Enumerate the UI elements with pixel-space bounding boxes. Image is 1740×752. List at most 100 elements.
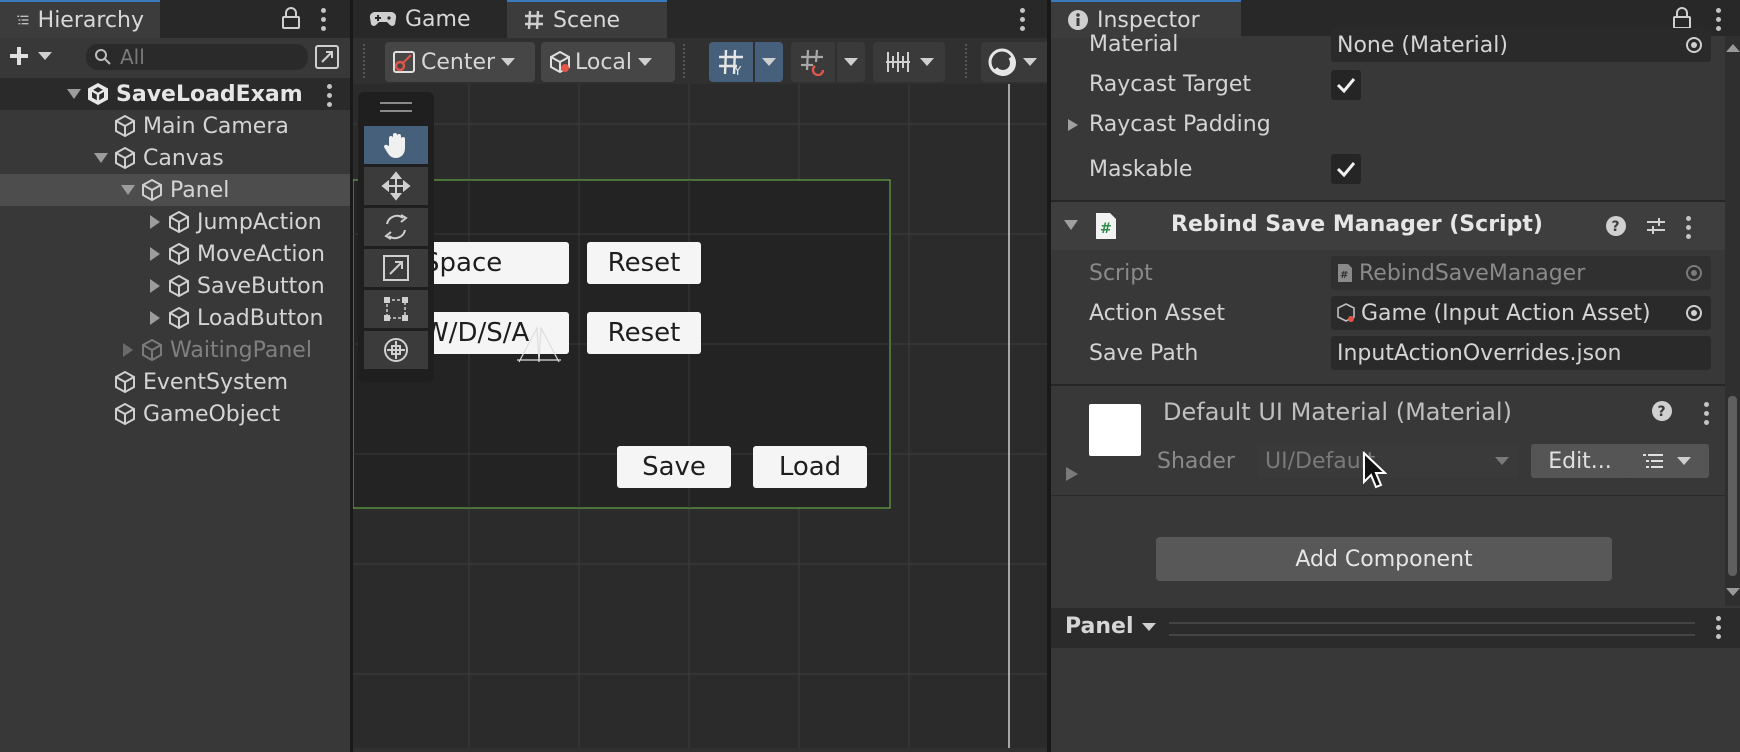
scale-tool-button[interactable] (364, 249, 428, 287)
object-picker-icon[interactable] (1685, 36, 1703, 54)
tab-hierarchy[interactable]: Hierarchy (0, 0, 160, 38)
chevron-down-icon (1023, 58, 1037, 66)
svg-text:Y: Y (733, 64, 742, 76)
material-field[interactable]: None (Material) (1331, 28, 1711, 62)
scene-visibility-icon[interactable] (314, 44, 340, 70)
hierarchy-menu-icon[interactable] (320, 8, 328, 35)
pivot-local-dropdown[interactable]: Local (541, 42, 675, 82)
shader-edit-button[interactable]: Edit... (1531, 444, 1629, 478)
move-reset-button[interactable]: Reset (587, 312, 701, 354)
component-menu-icon[interactable] (1685, 216, 1693, 243)
reset-label: Reset (607, 248, 681, 278)
add-component-label: Add Component (1295, 546, 1473, 572)
gameobject-cube-icon (167, 274, 191, 298)
rebind-save-manager-header[interactable]: # Rebind Save Manager (Script) ? (1051, 202, 1740, 250)
save-path-input[interactable]: InputActionOverrides.json (1331, 336, 1711, 370)
hierarchy-item-label: GameObject (143, 401, 281, 427)
hierarchy-item[interactable]: SaveButton (0, 270, 350, 302)
preview-menu-icon[interactable] (1715, 616, 1723, 643)
presets-icon[interactable] (1645, 215, 1667, 237)
save-button[interactable]: Save (617, 446, 731, 488)
raycast-target-checkbox[interactable] (1331, 70, 1361, 100)
lock-icon[interactable] (1671, 6, 1693, 30)
grid-dropdown[interactable] (755, 42, 783, 82)
pivot-label: Center (421, 49, 496, 75)
foldout-arrow-down-icon[interactable] (120, 182, 136, 198)
toolbar-grip[interactable] (683, 44, 688, 78)
action-asset-field[interactable]: Game (Input Action Asset) (1331, 296, 1711, 330)
hierarchy-search-input[interactable]: All (86, 44, 308, 70)
load-button[interactable]: Load (753, 446, 867, 488)
hierarchy-item[interactable]: LoadButton (0, 302, 350, 334)
scroll-down-icon[interactable] (1726, 588, 1740, 596)
increment-snap-toggle[interactable] (791, 42, 835, 82)
hierarchy-item[interactable]: Main Camera (0, 110, 350, 142)
jump-binding-button[interactable]: Space (423, 242, 569, 284)
hierarchy-item[interactable]: JumpAction (0, 206, 350, 238)
transform-tool-button[interactable] (364, 331, 428, 369)
toolbar-grip[interactable] (363, 44, 368, 78)
foldout-arrow-icon[interactable] (147, 246, 163, 262)
draw-mode-dropdown[interactable] (981, 42, 1047, 82)
chevron-down-icon (844, 58, 858, 66)
inspector-menu-icon[interactable] (1715, 8, 1723, 35)
grid-snap-icon: Y (717, 48, 745, 76)
preview-drag-handle[interactable] (1169, 622, 1695, 636)
toolbar-grip[interactable] (965, 44, 970, 78)
foldout-arrow-down-icon[interactable] (1063, 219, 1079, 231)
hierarchy-item[interactable]: EventSystem (0, 366, 350, 398)
foldout-arrow-icon[interactable] (120, 342, 136, 358)
tab-game[interactable]: Game (353, 0, 503, 38)
snap-settings-dropdown[interactable] (873, 42, 945, 82)
scene-menu-icon[interactable] (1019, 8, 1027, 35)
foldout-arrow-down-icon[interactable] (66, 86, 82, 102)
shader-options-dropdown[interactable] (1625, 444, 1709, 478)
hierarchy-scene-root[interactable]: SaveLoadExam (0, 78, 350, 110)
rotate-tool-button[interactable] (364, 208, 428, 246)
hand-tool-button[interactable] (364, 126, 428, 164)
pivot-center-dropdown[interactable]: Center (385, 42, 535, 82)
move-tool-button[interactable] (364, 167, 428, 205)
grid-snap-toggle[interactable]: Y (709, 42, 753, 82)
ruler-icon (884, 50, 912, 74)
edit-label: Edit... (1548, 448, 1612, 474)
hierarchy-item[interactable]: WaitingPanel (0, 334, 350, 366)
increment-snap-icon (799, 48, 827, 76)
scroll-up-icon[interactable] (1726, 44, 1740, 52)
object-picker-icon[interactable] (1685, 304, 1703, 322)
material-menu-icon[interactable] (1703, 402, 1711, 429)
tab-scene[interactable]: Scene (507, 0, 667, 38)
lock-icon[interactable] (280, 6, 302, 30)
foldout-arrow-icon[interactable] (147, 310, 163, 326)
maskable-checkbox[interactable] (1331, 154, 1361, 184)
scene-root-menu-icon[interactable] (326, 84, 334, 111)
help-icon[interactable]: ? (1605, 215, 1627, 237)
hierarchy-item[interactable]: Panel (0, 174, 350, 206)
help-icon[interactable]: ? (1651, 400, 1673, 422)
foldout-arrow-icon[interactable] (1065, 466, 1079, 482)
foldout-arrow-icon[interactable] (1067, 118, 1079, 132)
rect-tool-button[interactable] (364, 290, 428, 328)
hierarchy-item-label: EventSystem (143, 369, 289, 395)
inspector-scrollbar[interactable] (1725, 36, 1740, 606)
hierarchy-item[interactable]: MoveAction (0, 238, 350, 270)
foldout-arrow-down-icon[interactable] (93, 150, 109, 166)
hierarchy-item[interactable]: Canvas (0, 142, 350, 174)
script-label: Script (1089, 261, 1153, 286)
foldout-arrow-icon[interactable] (147, 214, 163, 230)
add-component-button[interactable]: Add Component (1156, 537, 1612, 581)
hierarchy-item-label: WaitingPanel (170, 337, 312, 363)
snap-dropdown[interactable] (837, 42, 865, 82)
preview-object-dropdown[interactable]: Panel (1065, 614, 1156, 639)
overlay-drag-handle[interactable] (380, 102, 412, 112)
action-asset-label: Action Asset (1089, 301, 1226, 326)
foldout-arrow-icon[interactable] (147, 278, 163, 294)
save-path-value: InputActionOverrides.json (1337, 340, 1622, 366)
scene-viewport[interactable]: Space Reset W/D/S/A Reset Save Load (353, 84, 1047, 748)
scrollbar-thumb[interactable] (1728, 396, 1737, 576)
jump-reset-button[interactable]: Reset (587, 242, 701, 284)
pivot-center-icon (391, 49, 417, 75)
create-dropdown[interactable] (8, 44, 60, 68)
shader-dropdown[interactable]: UI/Default (1257, 444, 1519, 478)
hierarchy-item[interactable]: GameObject (0, 398, 350, 430)
